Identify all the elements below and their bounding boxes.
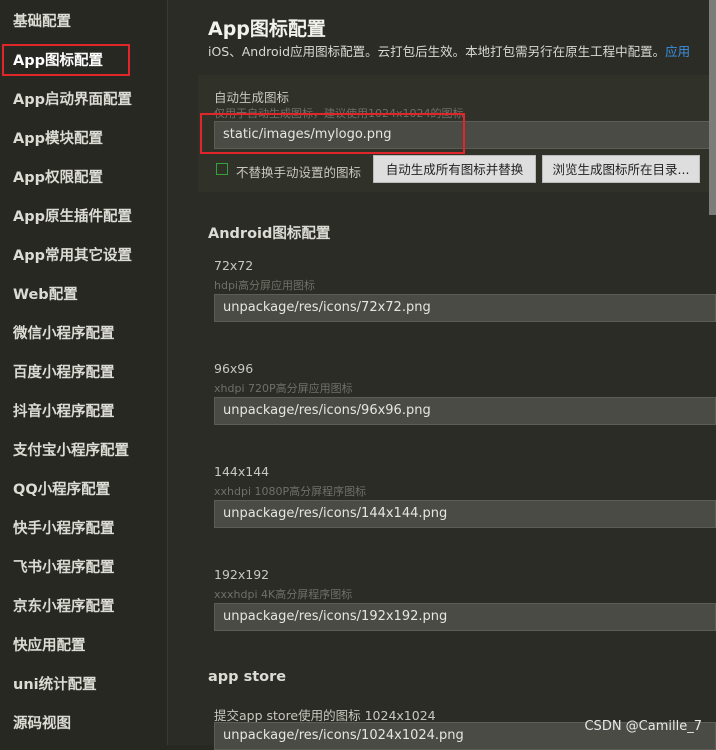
- no-replace-checkbox[interactable]: [216, 163, 228, 175]
- icon-hint: hdpi高分屏应用图标: [214, 279, 315, 292]
- sidebar-item-quickapp[interactable]: 快应用配置: [13, 634, 86, 658]
- icon-hint: xxhdpi 1080P高分屏程序图标: [214, 485, 367, 498]
- page-title: App图标配置: [208, 18, 326, 40]
- sidebar-item-app-modules[interactable]: App模块配置: [13, 127, 103, 151]
- sidebar-item-feishu[interactable]: 飞书小程序配置: [13, 556, 115, 580]
- browse-icons-dir-button[interactable]: 浏览生成图标所在目录...: [542, 155, 700, 183]
- icon-size-label: 96x96: [214, 361, 254, 376]
- sidebar-item-uni-stat[interactable]: uni统计配置: [13, 673, 97, 697]
- active-item-highlight: [2, 44, 130, 76]
- page-description: iOS、Android应用图标配置。云打包后生效。本地打包需另行在原生工程中配置…: [208, 41, 690, 60]
- generate-all-icons-button[interactable]: 自动生成所有图标并替换: [373, 155, 536, 183]
- sidebar-item-basic[interactable]: 基础配置: [13, 10, 71, 34]
- sidebar-item-douyin[interactable]: 抖音小程序配置: [13, 400, 115, 424]
- icon-72-path-input[interactable]: unpackage/res/icons/72x72.png: [214, 294, 716, 322]
- sidebar-item-weixin[interactable]: 微信小程序配置: [13, 322, 115, 346]
- icon-96-path-input[interactable]: unpackage/res/icons/96x96.png: [214, 397, 716, 425]
- sidebar-item-kuaishou[interactable]: 快手小程序配置: [13, 517, 115, 541]
- sidebar-item-source-view[interactable]: 源码视图: [13, 712, 71, 736]
- android-section-title: Android图标配置: [208, 226, 331, 242]
- sidebar-item-qq[interactable]: QQ小程序配置: [13, 478, 110, 502]
- watermark: CSDN @Camille_7: [584, 719, 702, 734]
- appstore-section-title: app store: [208, 669, 287, 685]
- vertical-scrollbar[interactable]: [709, 0, 716, 215]
- sidebar-item-app-native-plugins[interactable]: App原生插件配置: [13, 205, 132, 229]
- settings-sidebar: 基础配置 App图标配置 App启动界面配置 App模块配置 App权限配置 A…: [0, 0, 168, 745]
- sidebar-item-app-splash[interactable]: App启动界面配置: [13, 88, 132, 112]
- sidebar-item-alipay[interactable]: 支付宝小程序配置: [13, 439, 129, 463]
- sidebar-item-app-permissions[interactable]: App权限配置: [13, 166, 103, 190]
- sidebar-item-baidu[interactable]: 百度小程序配置: [13, 361, 115, 385]
- main-panel: App图标配置 iOS、Android应用图标配置。云打包后生效。本地打包需另行…: [168, 0, 716, 750]
- description-link[interactable]: 应用: [665, 44, 690, 59]
- sidebar-item-web[interactable]: Web配置: [13, 283, 78, 307]
- description-text: iOS、Android应用图标配置。云打包后生效。本地打包需另行在原生工程中配置…: [208, 44, 666, 59]
- sidebar-item-app-other-settings[interactable]: App常用其它设置: [13, 244, 132, 268]
- icon-hint: xxxhdpi 4K高分屏程序图标: [214, 588, 353, 601]
- no-replace-label: 不替换手动设置的图标: [236, 165, 362, 180]
- icon-144-path-input[interactable]: unpackage/res/icons/144x144.png: [214, 500, 716, 528]
- icon-size-label: 192x192: [214, 567, 270, 582]
- icon-size-label: 72x72: [214, 258, 254, 273]
- sidebar-item-jd[interactable]: 京东小程序配置: [13, 595, 115, 619]
- path-highlight-box: [200, 113, 465, 154]
- icon-hint: xhdpi 720P高分屏应用图标: [214, 382, 353, 395]
- auto-generate-label: 自动生成图标: [214, 90, 290, 105]
- icon-size-label: 144x144: [214, 464, 270, 479]
- icon-192-path-input[interactable]: unpackage/res/icons/192x192.png: [214, 603, 716, 631]
